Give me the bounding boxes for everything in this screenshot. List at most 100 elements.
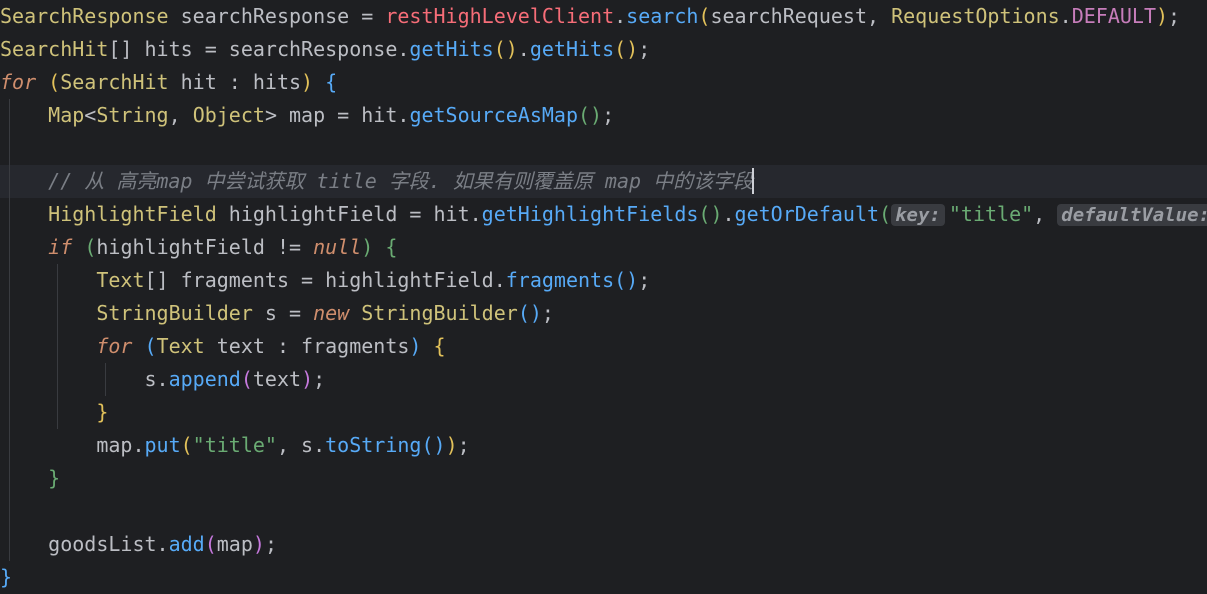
code-token: Text bbox=[96, 268, 145, 292]
code-line[interactable]: SearchResponse searchResponse = restHigh… bbox=[0, 0, 1207, 33]
code-token: { bbox=[325, 70, 338, 94]
code-token: } bbox=[0, 565, 13, 589]
code-token: map. bbox=[96, 433, 145, 457]
code-token: ( bbox=[180, 433, 193, 457]
code-line[interactable]: goodsList.add(map); bbox=[0, 528, 1207, 561]
code-line[interactable]: } bbox=[0, 396, 1207, 429]
code-line[interactable] bbox=[0, 132, 1207, 165]
code-token: Map bbox=[48, 103, 85, 127]
code-token: ) bbox=[1156, 4, 1169, 28]
code-token: hit : hits bbox=[168, 70, 302, 94]
code-token: () bbox=[614, 37, 639, 61]
code-line[interactable]: Text[] fragments = highlightField.fragme… bbox=[0, 264, 1207, 297]
code-line[interactable]: HighlightField highlightField = hit.getH… bbox=[0, 198, 1207, 231]
code-token: if bbox=[48, 235, 73, 259]
code-line[interactable]: map.put("title", s.toString()); bbox=[0, 429, 1207, 462]
code-token: , s. bbox=[276, 433, 326, 457]
code-token: [] fragments = highlightField. bbox=[144, 268, 506, 292]
parameter-hint: defaultValue: bbox=[1057, 204, 1207, 226]
code-token: SearchHit bbox=[0, 37, 109, 61]
code-line[interactable]: } bbox=[0, 561, 1207, 594]
code-line[interactable]: s.append(text); bbox=[0, 363, 1207, 396]
code-line[interactable]: SearchHit[] hits = searchResponse. getHit… bbox=[0, 33, 1207, 66]
code-token: { bbox=[385, 235, 398, 259]
code-token: toString bbox=[325, 433, 422, 457]
code-token: "title" bbox=[192, 433, 277, 457]
code-token: for bbox=[0, 70, 37, 94]
code-token: () bbox=[517, 301, 542, 325]
code-token: add bbox=[168, 532, 205, 556]
code-token: ; bbox=[541, 301, 554, 325]
parameter-hint: key: bbox=[891, 204, 945, 226]
code-token: "title" bbox=[948, 202, 1034, 226]
code-token: searchRequest, bbox=[710, 4, 892, 28]
code-token: [] hits = searchResponse. bbox=[108, 37, 410, 61]
code-token: ( bbox=[144, 334, 157, 358]
code-line[interactable]: } bbox=[0, 462, 1207, 495]
code-token: ( bbox=[240, 367, 253, 391]
code-token: getHits bbox=[529, 37, 615, 61]
code-line[interactable]: if (highlightField != null) { bbox=[0, 231, 1207, 264]
indent-guide bbox=[105, 363, 106, 396]
code-token: > map = hit. bbox=[264, 103, 410, 127]
code-token: , bbox=[168, 103, 193, 127]
code-token: , bbox=[1033, 202, 1058, 226]
code-token: goodsList. bbox=[48, 532, 169, 556]
code-token: ( bbox=[84, 235, 97, 259]
code-token: ; bbox=[638, 268, 651, 292]
code-token: getSourceAsMap bbox=[409, 103, 579, 127]
code-token: () bbox=[493, 37, 518, 61]
code-token: } bbox=[96, 400, 109, 424]
code-line[interactable] bbox=[0, 495, 1207, 528]
code-token: restHighLevelClient bbox=[385, 4, 615, 28]
code-token: HighlightField bbox=[48, 202, 217, 226]
code-token: . bbox=[1059, 4, 1072, 28]
indent-guide bbox=[57, 264, 58, 429]
code-token: for bbox=[96, 334, 133, 358]
text-caret bbox=[752, 168, 754, 194]
code-token: append bbox=[168, 367, 241, 391]
code-token: ) bbox=[445, 433, 458, 457]
code-token: < bbox=[84, 103, 97, 127]
code-token: . bbox=[614, 4, 627, 28]
code-token: ) bbox=[301, 367, 314, 391]
code-line[interactable]: Map<String, Object> map = hit.getSourceA… bbox=[0, 99, 1207, 132]
code-token: ) bbox=[409, 334, 422, 358]
code-token: searchResponse = bbox=[168, 4, 386, 28]
code-token: text bbox=[252, 367, 302, 391]
code-line[interactable]: StringBuilder s = new StringBuilder(); bbox=[0, 297, 1207, 330]
code-token: () bbox=[614, 268, 639, 292]
code-token: ; bbox=[264, 532, 277, 556]
code-token: StringBuilder bbox=[361, 301, 518, 325]
code-token: put bbox=[144, 433, 181, 457]
code-token: . bbox=[722, 202, 735, 226]
code-token: () bbox=[421, 433, 446, 457]
code-token: . bbox=[517, 37, 530, 61]
code-token: } bbox=[48, 466, 61, 490]
code-line[interactable]: for (Text text : fragments) { bbox=[0, 330, 1207, 363]
code-token: () bbox=[698, 202, 723, 226]
code-token: new bbox=[313, 301, 350, 325]
code-editor[interactable]: SearchResponse searchResponse = restHigh… bbox=[0, 0, 1207, 589]
code-token: getHighlightFields bbox=[481, 202, 699, 226]
code-token: String bbox=[96, 103, 169, 127]
current-code-line[interactable]: // 从 高亮map 中尝试获取 title 字段. 如果有则覆盖原 map 中… bbox=[0, 165, 1207, 198]
code-token: ; bbox=[313, 367, 326, 391]
code-line[interactable]: for (SearchHit hit : hits) { bbox=[0, 66, 1207, 99]
code-token: ; bbox=[457, 433, 470, 457]
code-token: SearchHit bbox=[60, 70, 169, 94]
code-token: s. bbox=[144, 367, 169, 391]
code-token: getOrDefault bbox=[734, 202, 880, 226]
code-token: ; bbox=[1168, 4, 1181, 28]
code-token: SearchResponse bbox=[0, 4, 169, 28]
code-token: ) bbox=[252, 532, 265, 556]
code-token: fragments bbox=[505, 268, 615, 292]
